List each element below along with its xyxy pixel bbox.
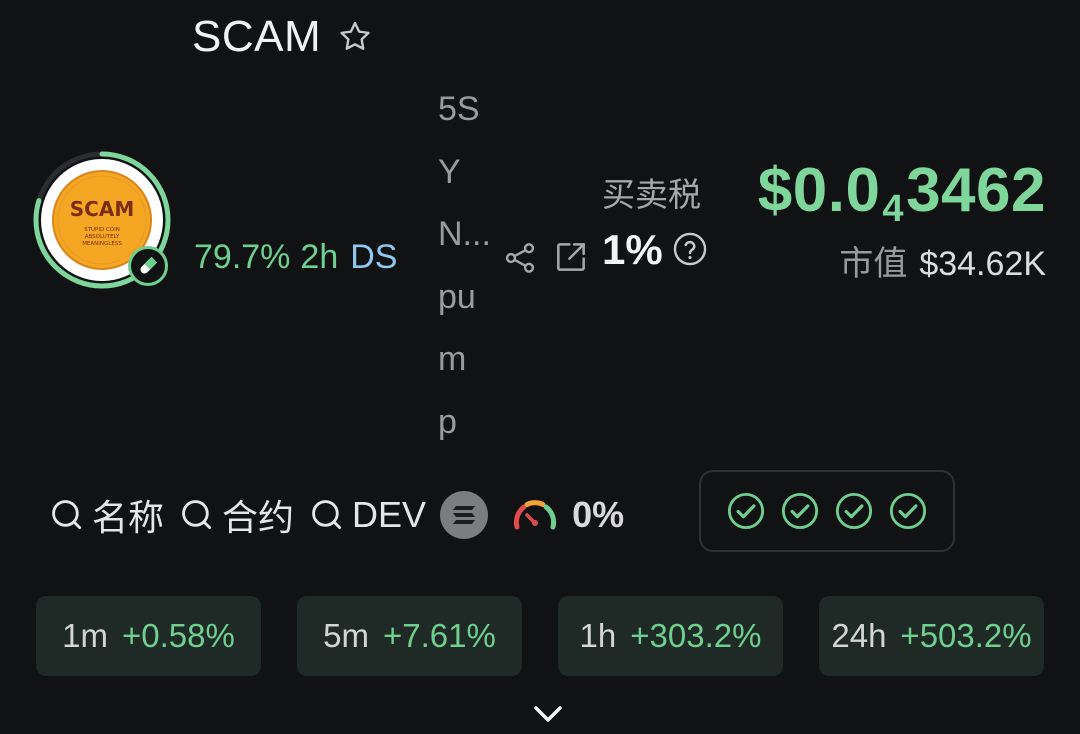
question-circle-icon[interactable] (671, 230, 709, 268)
address-line: p (438, 402, 457, 441)
search-icon (52, 500, 82, 530)
tax-value: 1% (602, 226, 663, 273)
search-icon (182, 500, 212, 530)
address-line: 5S (438, 90, 480, 128)
search-name-label: 名称 (92, 497, 165, 538)
pill-badge (128, 246, 168, 286)
check-circle-icon (727, 492, 765, 530)
star-outline-icon[interactable] (336, 18, 374, 56)
search-row: 名称 合约 DEV 0% (48, 490, 624, 540)
address-line: m (438, 340, 467, 378)
token-detail-page: SCAM SCAM STUPID COIN ABSOLUTELY MEANING… (0, 0, 1080, 734)
market-cap: 市值 $34.62K (839, 236, 1046, 285)
search-dev-button[interactable]: DEV (308, 494, 426, 536)
token-meta-line: 79.7% 2h DS (194, 238, 397, 277)
price-suffix: 3462 (906, 156, 1046, 225)
market-cap-label: 市值 (839, 245, 908, 283)
gauge-icon (514, 500, 557, 530)
external-link-icon[interactable] (552, 238, 590, 276)
stat-5m[interactable]: 5m +7.61% (297, 596, 522, 676)
stat-change: +503.2% (900, 617, 1032, 654)
tax-label: 买卖税 (602, 176, 701, 213)
ds-link[interactable]: DS (350, 238, 397, 276)
share-icon[interactable] (502, 238, 538, 278)
risk-value: 0% (572, 494, 625, 535)
stat-change: +7.61% (383, 617, 496, 654)
solana-icon[interactable] (440, 491, 489, 539)
stat-change: +303.2% (630, 617, 762, 654)
chevron-down-icon[interactable] (530, 700, 566, 728)
stat-1h[interactable]: 1h +303.2% (558, 596, 783, 676)
price-zero-count: 4 (882, 188, 905, 230)
check-circle-icon (889, 492, 927, 530)
logo-subtext: ABSOLUTELY (85, 234, 120, 240)
logo-text: SCAM (70, 197, 134, 221)
search-contract-label: 合约 (222, 497, 295, 538)
logo-subtext: STUPID COIN (84, 227, 120, 233)
market-cap-value: $34.62K (919, 245, 1046, 283)
stat-change: +0.58% (122, 617, 235, 654)
search-dev-label: DEV (352, 494, 427, 535)
token-price: $0.043462 (758, 155, 1046, 231)
address-line: Y (438, 152, 461, 191)
stat-24h[interactable]: 24h +503.2% (819, 596, 1044, 676)
bonding-progress: 79.7% (194, 238, 291, 276)
token-age: 2h (300, 238, 339, 276)
stat-period: 1h (579, 617, 617, 654)
search-icon (312, 500, 342, 530)
price-prefix: $0.0 (757, 156, 881, 225)
check-circle-icon (781, 492, 819, 530)
security-checks[interactable] (699, 470, 955, 552)
check-circle-icon (835, 492, 873, 530)
logo-subtext: MEANINGLESS (82, 241, 122, 247)
pill-icon (140, 256, 158, 274)
stat-period: 5m (323, 617, 369, 654)
stat-period: 1m (62, 617, 108, 654)
solana-glyph (453, 506, 476, 524)
search-contract-button[interactable]: 合约 (178, 489, 294, 541)
token-symbol: SCAM (192, 12, 322, 61)
stat-1m[interactable]: 1m +0.58% (36, 596, 261, 676)
search-name-button[interactable]: 名称 (48, 489, 164, 541)
stat-period: 24h (831, 617, 887, 654)
